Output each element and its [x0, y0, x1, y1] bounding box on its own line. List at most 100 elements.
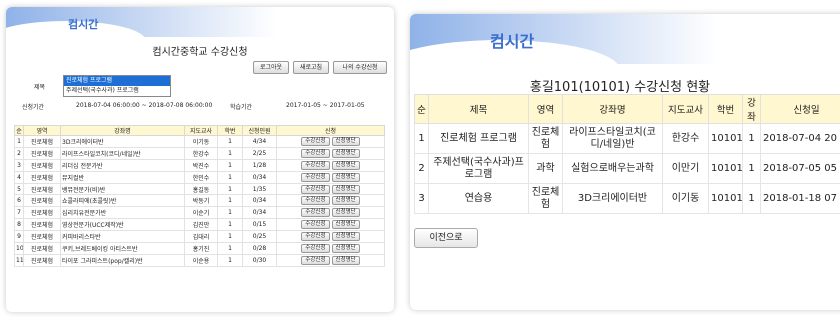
- row-id: 10101: [708, 153, 743, 184]
- table-header: 순 제목 영역 강좌명 지도교사 학번 강좌 신청일: [414, 94, 840, 124]
- col-area: 영역: [23, 125, 61, 136]
- apply-button[interactable]: 수강신청: [301, 160, 330, 170]
- row-id: 10101: [708, 123, 743, 154]
- table-row: 2 진로체험 라이프스타일코치(코디/네일)반 한강수 1 2/25 수강신청 신청명단: [14, 146, 385, 160]
- logo: 컴시간: [6, 7, 394, 61]
- page-title: 컴시간중학교 수강신청: [152, 47, 248, 58]
- row-id: 1: [217, 206, 243, 220]
- subject-option-1[interactable]: 진로체험 프로그램: [64, 76, 170, 86]
- col-no: 순: [14, 125, 24, 136]
- table-row: 6 진로체험 쇼콜라띠에(초콜릿)반 박동기 1 0/34 수강신청 신청명단: [14, 194, 385, 208]
- row-teacher: 김대리: [184, 230, 218, 244]
- apply-button[interactable]: 수강신청: [301, 232, 330, 242]
- row-area: 진로체험: [23, 230, 61, 244]
- applicant-list-button[interactable]: 신청명단: [331, 136, 360, 146]
- table-row: 11 진로체험 타이포 그라피스트(pop/캘리)반 이순용 1 0/30 수강신청 신청명단: [14, 253, 385, 267]
- row-lecture: 1: [742, 123, 761, 154]
- row-area: 진로체험: [528, 123, 563, 154]
- row-count: 2/25: [242, 146, 277, 160]
- row-teacher: 한강수: [184, 146, 218, 160]
- apply-button[interactable]: 수강신청: [301, 172, 330, 182]
- subject-select[interactable]: 진로체험 프로그램 주제선택(국수사과) 프로그램: [63, 75, 171, 97]
- table-row: 1 진로체험 3D크리에이터반 이기동 1 4/34 수강신청 신청명단: [14, 135, 385, 148]
- subject-option-2[interactable]: 주제선택(국수사과) 프로그램: [64, 86, 170, 96]
- row-id: 1: [217, 182, 243, 196]
- table-row: 1 진로체험 프로그램 진로체험 라이프스타일코치(코디/네일)반 한강수 10101 1 2…: [414, 123, 840, 154]
- apply-button[interactable]: 수강신청: [301, 255, 330, 265]
- apply-button[interactable]: 수강신청: [301, 196, 330, 206]
- row-course: 라이프스타일코치(코디/네일)반: [562, 123, 663, 154]
- applicant-list-button[interactable]: 신청명단: [331, 208, 360, 218]
- applicant-list-button[interactable]: 신청명단: [331, 184, 360, 194]
- row-teacher: 박진수: [184, 158, 218, 172]
- col-date: 신청일: [760, 94, 840, 124]
- row-date: 2018-07-04 20: [760, 123, 840, 154]
- col-id: 학번: [217, 125, 243, 136]
- table-row: 2 주제선택(국수사과)프로그램 과학 실험으로배우는과학 이만기 10101 1 2018-…: [414, 153, 840, 184]
- applicant-list-button[interactable]: 신청명단: [331, 243, 360, 253]
- table-row: 3 진로체험 리더십 전문가반 박진수 1 1/28 수강신청 신청명단: [14, 158, 385, 172]
- row-teacher: 박동기: [184, 194, 218, 208]
- course-table: 순 영역 강좌명 지도교사 학번 신청인원 신청 1 진로체험 3D크리에이터반 이기…: [14, 125, 385, 267]
- row-no: 4: [14, 170, 24, 184]
- row-teacher: 이순용: [184, 253, 218, 267]
- row-actions: 수강신청 신청명단: [276, 182, 385, 196]
- row-no: 10: [14, 242, 24, 255]
- apply-button[interactable]: 수강신청: [301, 220, 330, 230]
- row-id: 1: [217, 218, 243, 232]
- row-count: 0/25: [242, 230, 277, 244]
- row-date: 2018-01-18 07: [760, 183, 840, 214]
- row-count: 4/34: [242, 135, 277, 148]
- row-teacher: 이기동: [184, 135, 218, 148]
- applicant-list-button[interactable]: 신청명단: [331, 220, 360, 230]
- table-row: 10 진로체험 쿠키,브레드베이킹 아티스트반 홍기진 1 0/28 수강신청 신청명단: [14, 242, 385, 255]
- refresh-button[interactable]: 새로고침: [293, 61, 329, 74]
- row-subject: 진로체험 프로그램: [428, 123, 529, 154]
- row-no: 8: [14, 218, 24, 232]
- row-teacher: 이만기: [662, 153, 709, 184]
- row-lecture: 1: [742, 153, 761, 184]
- row-no: 7: [14, 206, 24, 220]
- table-row: 3 연습용 진로체험 3D크리에이터반 이기동 10101 1 2018-01-18 07: [414, 183, 840, 214]
- row-actions: 수강신청 신청명단: [276, 242, 385, 255]
- row-count: 0/28: [242, 242, 277, 255]
- col-teacher: 지도교사: [184, 125, 218, 136]
- logout-button[interactable]: 로그아웃: [253, 61, 289, 74]
- applicant-list-button[interactable]: 신청명단: [331, 232, 360, 242]
- applicant-list-button[interactable]: 신청명단: [331, 172, 360, 182]
- table-row: 5 진로체험 뱅뮤전문가(비)반 홍길동 1 1/35 수강신청 신청명단: [14, 182, 385, 196]
- row-no: 9: [14, 230, 24, 244]
- row-course: 3D크리에이터반: [562, 183, 663, 214]
- apply-button[interactable]: 수강신청: [301, 208, 330, 218]
- apply-button[interactable]: 수강신청: [301, 243, 330, 253]
- apply-button[interactable]: 수강신청: [301, 136, 330, 146]
- row-actions: 수강신청 신청명단: [276, 194, 385, 208]
- my-enrollment-button[interactable]: 나의 수강신청: [333, 61, 387, 74]
- back-button[interactable]: 이전으로: [414, 228, 478, 248]
- row-area: 진로체험: [23, 158, 61, 172]
- applicant-list-button[interactable]: 신청명단: [331, 196, 360, 206]
- apply-button[interactable]: 수강신청: [301, 148, 330, 158]
- row-subject: 연습용: [428, 183, 529, 214]
- row-actions: 수강신청 신청명단: [276, 206, 385, 220]
- row-teacher: 홍길동: [184, 182, 218, 196]
- row-count: 0/34: [242, 206, 277, 220]
- row-no: 11: [14, 253, 24, 267]
- study-value: 2017-01-05 ~ 2017-01-05: [286, 102, 365, 109]
- applicant-list-button[interactable]: 신청명단: [331, 148, 360, 158]
- logo-text: 컴시간: [490, 32, 535, 51]
- row-no: 3: [414, 183, 429, 214]
- col-subject: 제목: [428, 94, 529, 124]
- applicant-list-button[interactable]: 신청명단: [331, 255, 360, 265]
- row-actions: 수강신청 신청명단: [276, 158, 385, 172]
- period-value: 2018-07-04 06:00:00 ~ 2018-07-08 06:00:0…: [76, 102, 213, 109]
- row-course: 타이포 그라피스트(pop/캘리)반: [60, 253, 185, 267]
- col-id: 학번: [708, 94, 743, 124]
- row-course: 쇼콜라띠에(초콜릿)반: [60, 194, 185, 208]
- row-id: 1: [217, 230, 243, 244]
- applicant-list-button[interactable]: 신청명단: [331, 160, 360, 170]
- row-area: 진로체험: [23, 194, 61, 208]
- row-course: 심리치유전문가반: [60, 206, 185, 220]
- apply-button[interactable]: 수강신청: [301, 184, 330, 194]
- period-label: 신청기간: [22, 104, 45, 111]
